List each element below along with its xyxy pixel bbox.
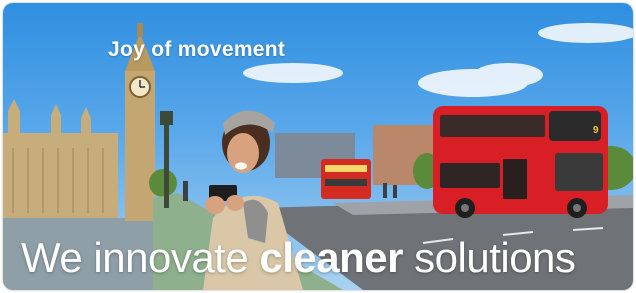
tagline: Joy of movement <box>108 38 286 61</box>
headline-part-1: We innovate <box>21 234 260 281</box>
double-decker-bus: 9 <box>433 106 608 218</box>
bus-route-number: 9 <box>593 125 599 136</box>
clouds <box>243 23 633 97</box>
small-red-bus <box>321 159 371 199</box>
headline-emphasis: cleaner <box>259 234 403 281</box>
headline-part-2: solutions <box>402 234 576 281</box>
headline: We innovate cleaner solutions <box>21 234 576 281</box>
parliament-building <box>3 99 118 218</box>
hero-banner[interactable]: 9 Joy of movement We innovate cleaner so… <box>3 3 633 290</box>
